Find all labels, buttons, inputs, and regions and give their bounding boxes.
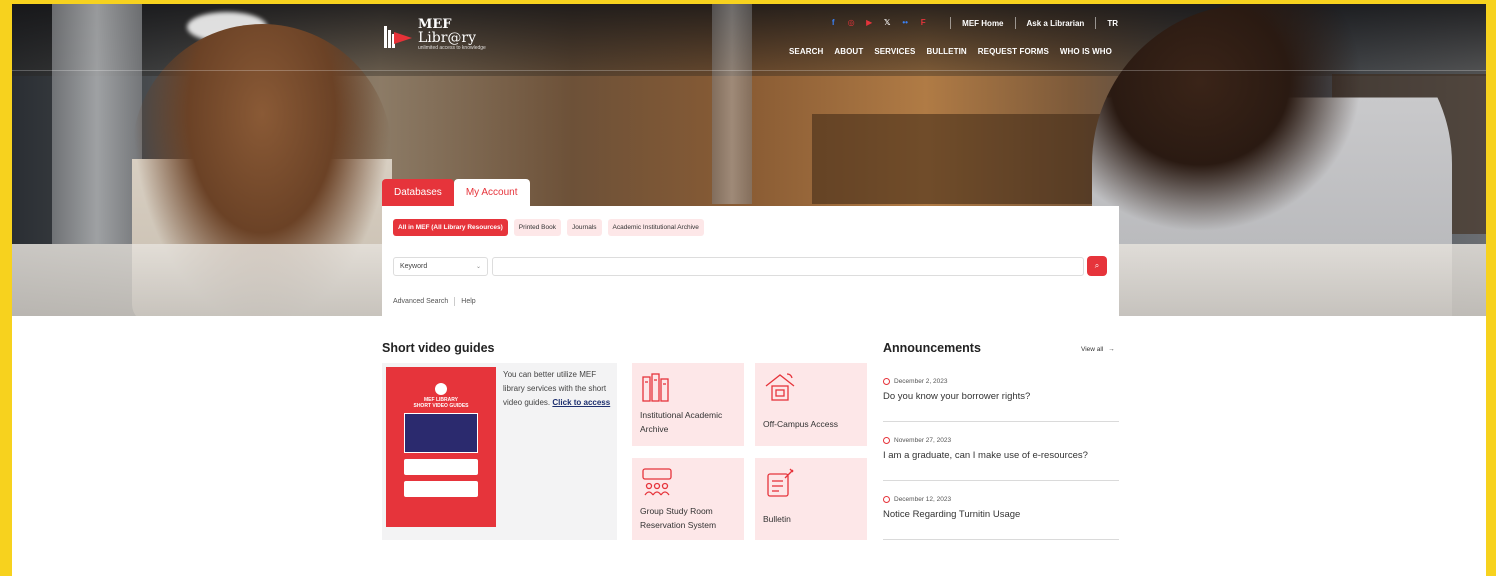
clock-icon [883, 496, 890, 503]
announcement-title: I am a graduate, can I make use of e-res… [883, 450, 1088, 461]
main-nav: SEARCH ABOUT SERVICES BULLETIN REQUEST F… [789, 47, 1112, 56]
search-field-select[interactable]: Keyword ⌄ [393, 257, 488, 276]
search-card: All in MEF (All Library Resources) Print… [382, 206, 1119, 316]
tile-group-study-room[interactable]: Group Study Room Reservation System [632, 458, 744, 540]
search-icon: ⌕ [1094, 261, 1100, 270]
tab-my-account[interactable]: My Account [453, 179, 530, 206]
search-filters: All in MEF (All Library Resources) Print… [393, 219, 704, 236]
poster-screen [404, 413, 478, 453]
tile-bulletin[interactable]: Bulletin [755, 458, 867, 540]
tab-databases[interactable]: Databases [382, 179, 454, 206]
filter-academic-archive[interactable]: Academic Institutional Archive [607, 219, 704, 236]
study-room-icon [642, 468, 672, 496]
nav-search[interactable]: SEARCH [789, 47, 823, 56]
announcement-item[interactable]: December 12, 2023 Notice Regarding Turni… [883, 496, 1119, 540]
announcement-title: Do you know your borrower rights? [883, 391, 1031, 402]
video-guides-text: You can better utilize MEF library servi… [503, 368, 611, 410]
video-guides-poster[interactable]: MEF LIBRARY SHORT VIDEO GUIDES [386, 367, 496, 527]
nav-services[interactable]: SERVICES [874, 47, 915, 56]
video-guides-box: MEF LIBRARY SHORT VIDEO GUIDES You can b… [382, 363, 617, 540]
hero-banner: MEF Libr@ry unlimited access to knowledg… [12, 4, 1486, 316]
video-guides-link[interactable]: Click to access [552, 398, 610, 407]
hero-pillar [712, 4, 752, 204]
announcement-item[interactable]: November 27, 2023 I am a graduate, can I… [883, 437, 1119, 481]
tile-institutional-archive[interactable]: Institutional Academic Archive [632, 363, 744, 446]
x-icon[interactable]: 𝕏 [883, 19, 891, 27]
announcement-item[interactable]: December 2, 2023 Do you know your borrow… [883, 378, 1119, 422]
search-links: Advanced Search Help [393, 297, 476, 306]
arrow-right-icon: → [1108, 346, 1115, 353]
logo-icon [384, 22, 412, 48]
archive-icon [642, 373, 669, 402]
social-links: f ◎ ▶ 𝕏 •• F [829, 19, 927, 27]
advanced-search-link[interactable]: Advanced Search [393, 298, 448, 305]
search-field-value: Keyword [400, 263, 428, 270]
instagram-icon[interactable]: ◎ [847, 19, 855, 27]
nav-request-forms[interactable]: REQUEST FORMS [978, 47, 1049, 56]
help-link[interactable]: Help [461, 298, 475, 305]
announcement-date: December 2, 2023 [894, 378, 948, 385]
clock-icon [883, 437, 890, 444]
ask-librarian-link[interactable]: Ask a Librarian [1027, 19, 1085, 28]
logo-line2: Libr@ry [418, 30, 477, 46]
nav-who-is-who[interactable]: WHO IS WHO [1060, 47, 1112, 56]
view-all-link[interactable]: View all → [1081, 346, 1115, 353]
nav-divider [12, 70, 1486, 71]
search-input[interactable] [492, 257, 1084, 276]
page: MEF Libr@ry unlimited access to knowledg… [12, 4, 1486, 576]
hero-shelf [812, 114, 1112, 204]
mef-home-link[interactable]: MEF Home [962, 19, 1003, 28]
filter-printed-book[interactable]: Printed Book [513, 219, 561, 236]
logo-tagline: unlimited access to knowledge [418, 45, 486, 51]
clock-icon [883, 378, 890, 385]
filter-journals[interactable]: Journals [566, 219, 602, 236]
nav-bulletin[interactable]: BULLETIN [926, 47, 966, 56]
site-logo[interactable]: MEF Libr@ry unlimited access to knowledg… [384, 18, 486, 51]
video-guides-title: Short video guides [382, 341, 495, 355]
search-tabs: Databases My Account [382, 179, 530, 206]
language-toggle[interactable]: TR [1107, 19, 1118, 28]
poster-bar [404, 481, 478, 497]
chat-icon [435, 383, 447, 395]
remote-access-icon [765, 373, 795, 401]
announcements-title: Announcements [883, 341, 981, 355]
poster-bar [404, 459, 478, 475]
top-bar: f ◎ ▶ 𝕏 •• F MEF Home Ask a Librarian TR [829, 17, 1118, 29]
filter-all-in-mef[interactable]: All in MEF (All Library Resources) [393, 219, 508, 236]
announcement-title: Notice Regarding Turnitin Usage [883, 509, 1021, 520]
flickr-icon[interactable]: •• [901, 19, 909, 27]
tile-label: Group Study Room Reservation System [640, 506, 717, 530]
poster-title: MEF LIBRARY SHORT VIDEO GUIDES [413, 397, 469, 409]
search-button[interactable]: ⌕ [1087, 256, 1107, 276]
view-all-label: View all [1081, 346, 1104, 353]
tile-label: Institutional Academic Archive [640, 410, 723, 434]
facebook-icon[interactable]: f [829, 19, 837, 27]
youtube-icon[interactable]: ▶ [865, 19, 873, 27]
hero-pillar [52, 4, 142, 244]
announcement-date: November 27, 2023 [894, 437, 952, 444]
chevron-down-icon: ⌄ [475, 264, 481, 270]
tile-off-campus-access[interactable]: Off-Campus Access [755, 363, 867, 446]
tile-label: Bulletin [763, 514, 791, 524]
bulletin-icon [767, 468, 794, 497]
tile-label: Off-Campus Access [763, 419, 838, 429]
nav-about[interactable]: ABOUT [834, 47, 863, 56]
foursquare-icon[interactable]: F [919, 19, 927, 27]
announcement-date: December 12, 2023 [894, 496, 952, 503]
